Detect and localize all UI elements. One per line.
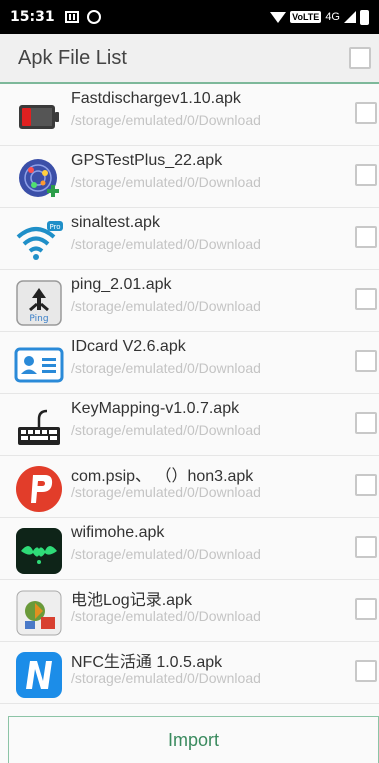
file-path: /storage/emulated/0/Download	[71, 608, 261, 624]
file-name: com.psip、 （）hon3.apk	[71, 468, 254, 485]
import-button[interactable]: Import	[8, 716, 379, 763]
list-item[interactable]: wifimohe.apk /storage/emulated/0/Downloa…	[0, 518, 379, 580]
status-time: 15:31	[10, 9, 55, 25]
id-card-icon	[13, 341, 65, 389]
list-item[interactable]: IDcard V2.6.apk /storage/emulated/0/Down…	[0, 332, 379, 394]
file-path: /storage/emulated/0/Download	[71, 670, 261, 686]
file-path: /storage/emulated/0/Download	[71, 236, 261, 252]
list-item[interactable]: Ping ping_2.01.apk /storage/emulated/0/D…	[0, 270, 379, 332]
list-item[interactable]: 电池Log记录.apk /storage/emulated/0/Download	[0, 580, 379, 642]
file-path: /storage/emulated/0/Download	[71, 484, 261, 500]
file-checkbox[interactable]	[355, 474, 377, 496]
title-bar: Apk File List	[0, 34, 379, 84]
file-checkbox[interactable]	[355, 412, 377, 434]
wifi-signal-icon: Pro	[13, 217, 65, 265]
battery-log-icon	[13, 589, 65, 637]
signal-icon	[344, 11, 356, 23]
file-checkbox[interactable]	[355, 350, 377, 372]
file-checkbox[interactable]	[355, 536, 377, 558]
file-name: NFC生活通 1.0.5.apk	[71, 654, 223, 671]
file-name: 电池Log记录.apk	[71, 592, 192, 609]
file-name: IDcard V2.6.apk	[71, 338, 186, 355]
svg-text:Pro: Pro	[49, 223, 60, 231]
battery-icon	[13, 93, 65, 141]
list-item[interactable]: Fastdischargev1.10.apk /storage/emulated…	[0, 84, 379, 146]
list-item[interactable]: KeyMapping-v1.0.7.apk /storage/emulated/…	[0, 394, 379, 456]
network-type: 4G	[325, 11, 340, 23]
file-checkbox[interactable]	[355, 102, 377, 124]
wifi-icon	[270, 11, 287, 23]
file-name: KeyMapping-v1.0.7.apk	[71, 400, 240, 417]
file-path: /storage/emulated/0/Download	[71, 360, 261, 376]
file-name: sinaltest.apk	[71, 214, 160, 231]
file-checkbox[interactable]	[355, 660, 377, 682]
volte-badge: VoLTE	[290, 11, 322, 23]
notification-icon	[64, 11, 79, 23]
psiphon-icon	[13, 465, 65, 513]
nfc-icon	[13, 651, 65, 699]
page-title: Apk File List	[18, 46, 127, 69]
import-button-label: Import	[167, 729, 219, 750]
battery-status-icon	[360, 9, 369, 25]
file-path: /storage/emulated/0/Download	[71, 112, 261, 128]
list-item[interactable]: NFC生活通 1.0.5.apk /storage/emulated/0/Dow…	[0, 642, 379, 704]
file-name: GPSTestPlus_22.apk	[71, 152, 223, 169]
file-path: /storage/emulated/0/Download	[71, 174, 261, 190]
file-list: Fastdischargev1.10.apk /storage/emulated…	[0, 84, 379, 704]
list-item[interactable]: com.psip、 （）hon3.apk /storage/emulated/0…	[0, 456, 379, 518]
list-item[interactable]: Pro sinaltest.apk /storage/emulated/0/Do…	[0, 208, 379, 270]
file-name: ping_2.01.apk	[71, 276, 172, 293]
file-name: wifimohe.apk	[71, 524, 165, 541]
list-item[interactable]: GPSTestPlus_22.apk /storage/emulated/0/D…	[0, 146, 379, 208]
file-path: /storage/emulated/0/Download	[71, 546, 261, 562]
wifimohe-icon	[13, 527, 65, 575]
status-bar: 15:31 VoLTE 4G	[0, 0, 379, 34]
select-all-checkbox[interactable]	[349, 47, 371, 69]
file-path: /storage/emulated/0/Download	[71, 422, 261, 438]
file-name: Fastdischargev1.10.apk	[71, 90, 241, 107]
keyboard-icon	[13, 403, 65, 451]
file-path: /storage/emulated/0/Download	[71, 298, 261, 314]
file-checkbox[interactable]	[355, 226, 377, 248]
sync-icon	[86, 10, 101, 24]
ping-icon: Ping	[13, 279, 65, 327]
file-checkbox[interactable]	[355, 288, 377, 310]
svg-text:Ping: Ping	[29, 314, 48, 324]
gps-radar-icon	[13, 155, 65, 203]
file-checkbox[interactable]	[355, 598, 377, 620]
file-checkbox[interactable]	[355, 164, 377, 186]
